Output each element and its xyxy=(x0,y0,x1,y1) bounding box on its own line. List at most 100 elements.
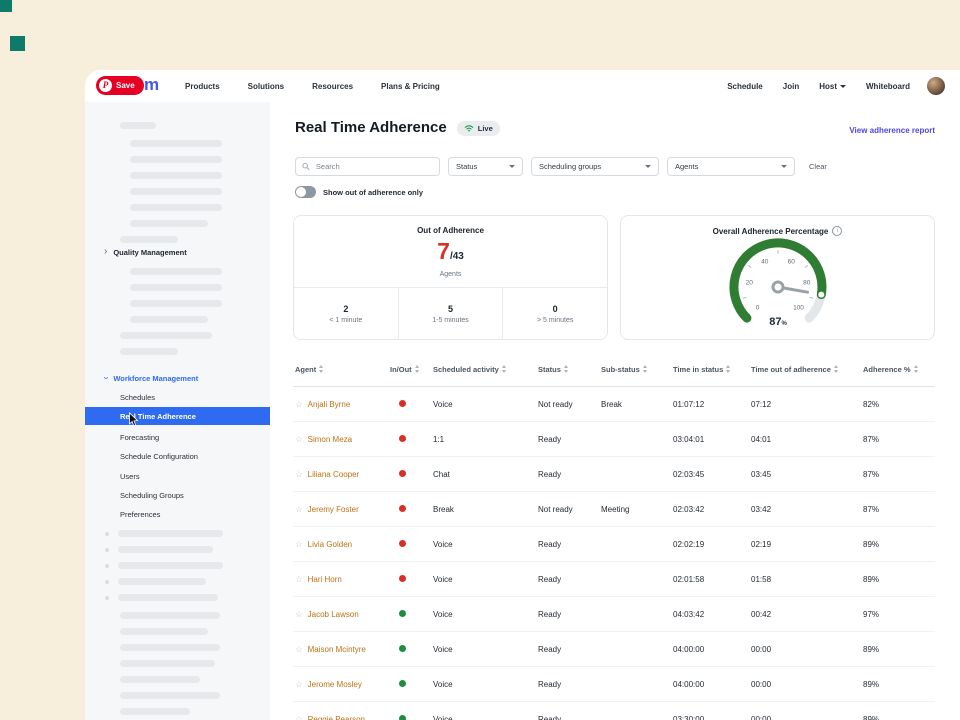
inout-status-dot xyxy=(399,680,406,687)
chevron-down-icon: › xyxy=(101,376,111,379)
info-icon[interactable]: i xyxy=(832,226,842,236)
view-adherence-report-link[interactable]: View adherence report xyxy=(849,126,935,135)
table-row[interactable]: ☆ Jacob Lawson Voice Ready 04:03:42 00:4… xyxy=(293,597,935,632)
nav-solutions[interactable]: Solutions xyxy=(248,82,284,91)
skeleton-bar xyxy=(130,316,208,323)
column-header-adherence-percent[interactable]: Adherence % xyxy=(863,365,935,374)
clear-filters-button[interactable]: Clear xyxy=(809,162,827,171)
chevron-down-icon xyxy=(509,165,515,168)
status-cell: Ready xyxy=(538,435,601,444)
skeleton-bar xyxy=(118,578,206,585)
toggle-label: Show out of adherence only xyxy=(323,188,423,197)
table-row[interactable]: ☆ Livia Golden Voice Ready 02:02:19 02:1… xyxy=(293,527,935,562)
overall-adherence-title: Overall Adherence Percentage xyxy=(713,227,829,236)
column-header-scheduled-activity[interactable]: Scheduled activity xyxy=(433,365,538,374)
agent-link[interactable]: Jeremy Foster xyxy=(308,505,359,514)
nav-products[interactable]: Products xyxy=(185,82,220,91)
favorite-star-icon[interactable]: ☆ xyxy=(295,434,303,445)
sidebar-item-schedules[interactable]: Schedules xyxy=(85,388,270,407)
sidebar-section-quality-management[interactable]: › Quality Management xyxy=(104,245,187,259)
sidebar-item-preferences[interactable]: Preferences xyxy=(85,505,270,524)
favorite-star-icon[interactable]: ☆ xyxy=(295,539,303,550)
gauge-value-text: 87% xyxy=(769,316,787,328)
nav-whiteboard[interactable]: Whiteboard xyxy=(866,82,910,91)
agent-link[interactable]: Maison Mcintyre xyxy=(308,645,366,654)
column-header-status[interactable]: Status xyxy=(538,365,601,374)
favorite-star-icon[interactable]: ☆ xyxy=(295,574,303,585)
agent-link[interactable]: Anjali Byrne xyxy=(308,400,351,409)
agents-select[interactable]: Agents xyxy=(667,157,795,176)
favorite-star-icon[interactable]: ☆ xyxy=(295,679,303,690)
search-box[interactable] xyxy=(295,157,440,176)
sidebar-item-scheduling-groups[interactable]: Scheduling Groups xyxy=(85,486,270,505)
time-in-status-cell: 04:00:00 xyxy=(673,645,751,654)
table-row[interactable]: ☆ Anjali Byrne Voice Not ready Break 01:… xyxy=(293,387,935,422)
nav-resources[interactable]: Resources xyxy=(312,82,353,91)
column-header-time-out-of-adherence[interactable]: Time out of adherence xyxy=(751,365,863,374)
agent-link[interactable]: Liliana Cooper xyxy=(308,470,360,479)
favorite-star-icon[interactable]: ☆ xyxy=(295,644,303,655)
column-header-agent[interactable]: Agent xyxy=(293,365,390,374)
column-header-time-in-status[interactable]: Time in status xyxy=(673,365,751,374)
sort-icon xyxy=(415,365,419,373)
agent-link[interactable]: Reggie Pearson xyxy=(308,715,365,720)
table-row[interactable]: ☆ Jeremy Foster Break Not ready Meeting … xyxy=(293,492,935,527)
column-header-in-out[interactable]: In/Out xyxy=(390,365,433,374)
sidebar-item-label: Schedule Configuration xyxy=(120,452,198,461)
brand-logo[interactable]: m xyxy=(144,75,159,95)
sidebar-section-workforce-management[interactable]: › Workforce Management xyxy=(104,371,198,385)
nav-host[interactable]: Host xyxy=(819,82,846,91)
sort-icon xyxy=(319,365,323,373)
table-row[interactable]: ☆ Simon Meza 1:1 Ready 03:04:01 04:01 87… xyxy=(293,422,935,457)
scheduling-groups-select[interactable]: Scheduling groups xyxy=(531,157,659,176)
search-input[interactable] xyxy=(314,161,433,172)
user-avatar[interactable] xyxy=(927,77,945,95)
favorite-star-icon[interactable]: ☆ xyxy=(295,714,303,720)
bucket-label: > 5 minutes xyxy=(537,317,573,324)
table-row[interactable]: ☆ Liliana Cooper Chat Ready 02:03:45 03:… xyxy=(293,457,935,492)
skeleton-dot xyxy=(105,532,109,536)
scheduled-activity-cell: Break xyxy=(433,505,538,514)
inout-status-dot xyxy=(399,435,406,442)
sidebar-item-forecasting[interactable]: Forecasting xyxy=(85,428,270,447)
time-out-of-adherence-cell: 04:01 xyxy=(751,435,863,444)
agent-link[interactable]: Hari Horn xyxy=(308,575,342,584)
status-select[interactable]: Status xyxy=(448,157,523,176)
skeleton-dot xyxy=(105,564,109,568)
table-row[interactable]: ☆ Reggie Pearson Voice Ready 03:30:00 00… xyxy=(293,702,935,720)
show-out-of-adherence-toggle[interactable] xyxy=(295,186,316,198)
favorite-star-icon[interactable]: ☆ xyxy=(295,504,303,515)
time-out-of-adherence-cell: 02:19 xyxy=(751,540,863,549)
skeleton-bar xyxy=(130,300,222,307)
sort-icon xyxy=(502,365,506,373)
out-of-adherence-count: 7 xyxy=(437,238,450,264)
favorite-star-icon[interactable]: ☆ xyxy=(295,399,303,410)
column-header-sub-status[interactable]: Sub-status xyxy=(601,365,673,374)
pinterest-save-button[interactable]: P Save xyxy=(96,76,144,95)
table-row[interactable]: ☆ Hari Horn Voice Ready 02:01:58 01:58 8… xyxy=(293,562,935,597)
nav-join[interactable]: Join xyxy=(783,82,799,91)
sidebar-item-real-time-adherence[interactable]: Real Time Adherence xyxy=(85,407,270,425)
favorite-star-icon[interactable]: ☆ xyxy=(295,609,303,620)
favorite-star-icon[interactable]: ☆ xyxy=(295,469,303,480)
sidebar-item-schedule-configuration[interactable]: Schedule Configuration xyxy=(85,447,270,466)
agent-link[interactable]: Jacob Lawson xyxy=(308,610,359,619)
sort-icon xyxy=(643,365,647,373)
table-row[interactable]: ☆ Jerome Mosley Voice Ready 04:00:00 00:… xyxy=(293,667,935,702)
skeleton-bar xyxy=(120,644,220,651)
sidebar-item-users[interactable]: Users xyxy=(85,467,270,486)
agent-link[interactable]: Simon Meza xyxy=(308,435,352,444)
gauge-tick-80: 80 xyxy=(803,280,811,287)
nav-plans-pricing[interactable]: Plans & Pricing xyxy=(381,82,440,91)
nav-schedule[interactable]: Schedule xyxy=(727,82,763,91)
main-content: Real Time Adherence Live View adherence … xyxy=(270,102,960,720)
bucket-value: 2 xyxy=(343,304,348,314)
time-in-status-cell: 04:00:00 xyxy=(673,680,751,689)
agent-link[interactable]: Jerome Mosley xyxy=(308,680,362,689)
chevron-right-icon: › xyxy=(104,247,107,257)
skeleton-bar xyxy=(130,204,222,211)
agent-link[interactable]: Livia Golden xyxy=(308,540,352,549)
table-row[interactable]: ☆ Maison Mcintyre Voice Ready 04:00:00 0… xyxy=(293,632,935,667)
inout-status-dot xyxy=(399,575,406,582)
out-of-adherence-card: Out of Adherence 7/43 Agents 2 < 1 minut… xyxy=(293,215,608,340)
